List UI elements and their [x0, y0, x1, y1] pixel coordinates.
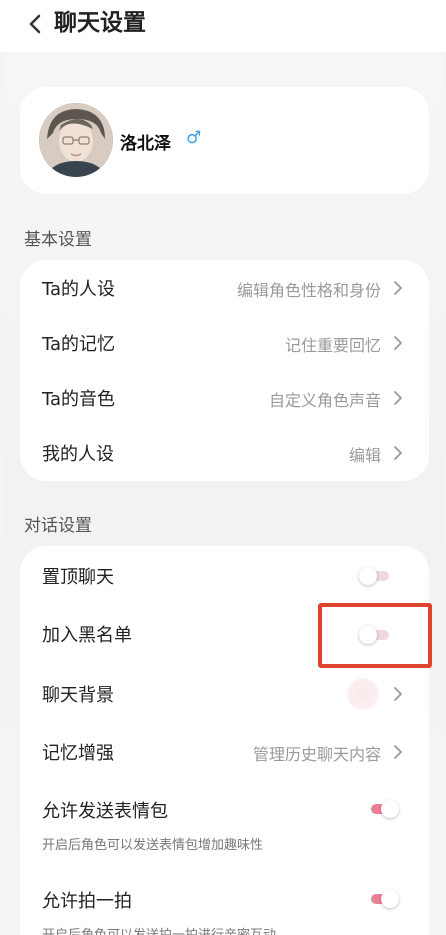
section-title-basic: 基本设置: [24, 230, 92, 250]
highlight-annotation: [318, 603, 432, 668]
section-title-chat: 对话设置: [24, 516, 92, 536]
stickers-toggle[interactable]: [367, 800, 399, 818]
chevron-right-icon: [394, 336, 402, 350]
top-bar: 聊天设置: [0, 0, 446, 52]
chevron-right-icon: [394, 446, 402, 460]
chevron-right-icon: [394, 687, 402, 701]
row-label: Ta的人设: [42, 279, 116, 300]
row-label: Ta的音色: [42, 389, 116, 410]
row-ta-persona[interactable]: Ta的人设 编辑角色性格和身份: [20, 260, 429, 315]
row-label: 置顶聊天: [42, 567, 114, 588]
row-label: 我的人设: [42, 444, 114, 465]
row-value: 编辑: [348, 446, 381, 465]
row-chat-background[interactable]: 聊天背景: [20, 666, 429, 721]
basic-settings-card: Ta的人设 编辑角色性格和身份 Ta的记忆 记住重要回忆 Ta的音色 自定义角色…: [20, 260, 429, 481]
row-ta-memory[interactable]: Ta的记忆 记住重要回忆: [20, 315, 429, 370]
profile-card[interactable]: 洛北泽 ♂: [20, 87, 429, 194]
page-title: 聊天设置: [54, 10, 146, 36]
toggle-knob: [381, 800, 399, 818]
row-description: 开启后角色可以发送表情包增加趣味性: [42, 838, 264, 853]
row-memory-boost[interactable]: 记忆增强 管理历史聊天内容: [20, 724, 429, 779]
toggle-knob: [359, 567, 377, 585]
row-ta-voice[interactable]: Ta的音色 自定义角色声音: [20, 370, 429, 425]
pin-chat-toggle[interactable]: [359, 567, 391, 585]
row-value: 编辑角色性格和身份: [236, 281, 381, 300]
male-icon: ♂: [186, 128, 202, 148]
profile-name: 洛北泽: [120, 134, 171, 154]
back-button[interactable]: [24, 12, 46, 36]
row-description: 开启后角色可以发送拍一拍进行亲密互动: [42, 924, 276, 935]
row-value: 记住重要回忆: [284, 336, 381, 355]
row-allow-stickers: 允许发送表情包 开启后角色可以发送表情包增加趣味性: [20, 782, 429, 853]
row-label: 聊天背景: [42, 685, 114, 706]
background-preview: [347, 678, 379, 710]
row-label: 允许发送表情包: [42, 801, 168, 822]
row-label: Ta的记忆: [42, 334, 116, 355]
row-pin-chat: 置顶聊天: [20, 548, 429, 603]
row-label: 允许拍一拍: [42, 891, 132, 912]
row-value: 自定义角色声音: [268, 391, 381, 410]
avatar-image: [39, 103, 113, 177]
row-label: 加入黑名单: [42, 625, 132, 646]
avatar[interactable]: [39, 103, 113, 177]
chevron-right-icon: [394, 745, 402, 759]
row-label: 记忆增强: [42, 743, 114, 764]
chevron-left-icon: [29, 14, 41, 34]
row-value: 管理历史聊天内容: [252, 745, 381, 764]
toggle-knob: [381, 890, 399, 908]
chevron-right-icon: [394, 281, 402, 295]
row-allow-pat: 允许拍一拍 开启后角色可以发送拍一拍进行亲密互动: [20, 872, 429, 935]
pat-toggle[interactable]: [367, 890, 399, 908]
row-my-persona[interactable]: 我的人设 编辑: [20, 425, 429, 480]
chevron-right-icon: [394, 391, 402, 405]
